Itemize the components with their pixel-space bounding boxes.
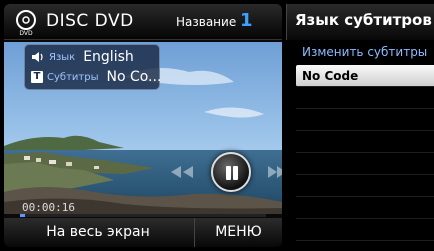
language-value: English <box>83 49 134 65</box>
playback-time: 00:00:16 <box>22 201 75 214</box>
pause-icon-bar <box>233 166 238 180</box>
subtitle-panel-title: Язык субтитров <box>295 11 432 29</box>
change-subtitle-button[interactable]: Изменить субтитры <box>286 42 434 62</box>
fullscreen-button[interactable]: На весь экран <box>4 218 192 247</box>
svg-text:DVD: DVD <box>19 30 33 36</box>
disc-source-label: DISC DVD <box>46 11 134 31</box>
video-panel[interactable]: DVD DISC DVD Название 1 Язык English T С… <box>4 4 282 247</box>
subtitle-option-empty[interactable] <box>296 87 434 109</box>
subtitle-option-empty[interactable] <box>296 197 434 219</box>
audio-language-row: Язык English <box>31 48 134 66</box>
pause-button[interactable] <box>211 152 251 192</box>
subtitle-option-empty[interactable] <box>296 219 434 241</box>
subtitle-list: No Code <box>296 65 434 241</box>
subtitle-t-icon: T <box>31 71 43 83</box>
progress-bar[interactable] <box>20 214 266 217</box>
rewind-icon[interactable] <box>169 164 195 180</box>
subtitle-option-selected[interactable]: No Code <box>296 65 434 87</box>
pause-icon <box>226 166 231 180</box>
subtitle-label: Субтитры <box>47 71 99 83</box>
subtitle-option-empty[interactable] <box>296 131 434 153</box>
progress-fill <box>20 214 25 217</box>
subtitle-value: No Co... <box>106 69 162 85</box>
subtitle-row: T Субтитры No Co... <box>31 68 161 86</box>
subtitle-panel-header: Язык субтитров <box>286 4 434 40</box>
audio-subtitle-info-box: Язык English T Субтитры No Co... <box>24 44 161 90</box>
fast-forward-icon[interactable] <box>266 164 282 180</box>
subtitle-option-empty[interactable] <box>296 109 434 131</box>
subtitle-option-empty[interactable] <box>296 153 434 175</box>
title-name-label: Название <box>176 15 237 29</box>
subtitle-language-panel: Язык субтитров Изменить субтитры No Code <box>286 4 434 247</box>
dvd-player-screen: DVD DISC DVD Название 1 Язык English T С… <box>0 0 434 251</box>
subtitle-option-empty[interactable] <box>296 175 434 197</box>
speaker-icon <box>32 52 43 62</box>
menu-button[interactable]: МЕНЮ <box>194 218 282 247</box>
disc-icon: DVD <box>16 10 36 36</box>
title-number: 1 <box>240 10 253 31</box>
bottom-bar: На весь экран МЕНЮ <box>4 218 282 247</box>
language-label: Язык <box>49 51 76 63</box>
title-bar: DVD DISC DVD Название 1 <box>4 4 282 40</box>
